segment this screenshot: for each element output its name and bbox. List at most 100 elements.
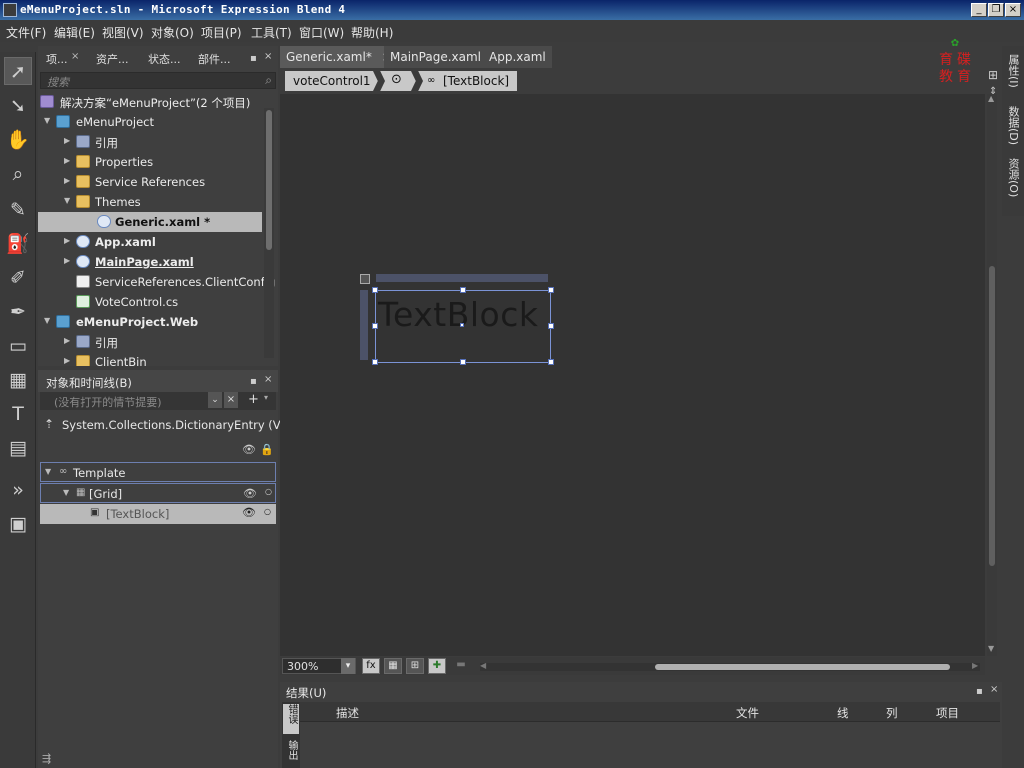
artboard-horizontal-scrollbar[interactable]: ◀ ▶ (480, 661, 980, 671)
grid-column-rail[interactable] (376, 274, 548, 282)
resize-handle[interactable] (548, 359, 554, 365)
resize-handle[interactable] (372, 323, 378, 329)
scroll-down-icon[interactable]: ▼ (988, 644, 994, 653)
tab-projects[interactable]: 项... (46, 51, 68, 67)
pen-tool-icon[interactable]: ✒ (4, 298, 32, 326)
menu-edit[interactable]: 编辑(E) (54, 24, 95, 41)
menu-window[interactable]: 窗口(W) (299, 24, 344, 41)
tree-item-service-references[interactable]: ▶ Service References (38, 172, 262, 192)
brush-transform-tool-icon[interactable]: ✐ (4, 264, 32, 292)
scroll-left-icon[interactable]: ◀ (480, 661, 486, 670)
text-tool-icon[interactable]: T (4, 400, 32, 428)
tab-assets[interactable]: 资产... (96, 51, 129, 67)
collapse-arrow-icon[interactable]: ▼ (44, 316, 50, 325)
close-panel-icon[interactable]: × (990, 684, 998, 695)
storyboard-menu-icon[interactable]: ▾ (264, 393, 268, 402)
menu-file[interactable]: 文件(F) (6, 24, 46, 41)
grid-layout-tool-icon[interactable]: ▦ (4, 366, 32, 394)
breadcrumb-votecontrol[interactable]: voteControl1 (293, 74, 371, 88)
paint-bucket-tool-icon[interactable]: ⛽ (4, 230, 32, 258)
tree-item-votecontrol-cs[interactable]: VoteControl.cs (38, 292, 262, 312)
tab-app-xaml[interactable]: App.xaml (483, 46, 552, 68)
artboard-vertical-scrollbar[interactable]: ▲ ▼ (987, 94, 997, 656)
timeline-row-template[interactable]: ▼ ∞ Template (40, 462, 276, 482)
collapse-arrow-icon[interactable]: ▼ (64, 196, 70, 205)
column-description[interactable]: 描述 (336, 705, 359, 721)
scroll-right-icon[interactable]: ▶ (972, 661, 978, 670)
center-point-handle[interactable] (460, 323, 464, 327)
expand-arrow-icon[interactable]: ▶ (64, 156, 70, 165)
expand-arrow-icon[interactable]: ▶ (64, 256, 70, 265)
resize-handle[interactable] (372, 287, 378, 293)
collapse-arrow-icon[interactable]: ▼ (63, 488, 69, 497)
expand-arrow-icon[interactable]: ▶ (64, 336, 70, 345)
pin-panel-icon[interactable]: ▪ (250, 376, 257, 387)
media-tool-icon[interactable]: ▣ (4, 510, 32, 538)
expand-arrow-icon[interactable]: ▶ (64, 136, 70, 145)
expand-arrow-icon[interactable]: ▶ (64, 356, 70, 365)
resize-handle[interactable] (372, 359, 378, 365)
scope-up-icon[interactable]: ⇡ (44, 417, 54, 431)
tab-generic-xaml[interactable]: Generic.xaml* × (280, 46, 398, 68)
show-grid-icon[interactable]: ▦ (384, 658, 402, 674)
tree-item-emenuproject-web[interactable]: ▼ eMenuProject.Web (38, 312, 262, 332)
direct-selection-tool-icon[interactable]: ➘ (4, 92, 32, 120)
zoom-tool-icon[interactable]: ⌕ (4, 160, 32, 188)
visibility-eye-icon[interactable]: 👁 (243, 487, 257, 500)
scrollbar-thumb[interactable] (266, 110, 272, 250)
scope-row[interactable]: ⇡ System.Collections.DictionaryEntry (Vo… (40, 416, 298, 436)
resize-handle[interactable] (548, 287, 554, 293)
resize-handle[interactable] (460, 287, 466, 293)
pin-panel-icon[interactable]: ▪ (250, 53, 257, 64)
grid-corner-icon[interactable] (360, 274, 370, 284)
column-column[interactable]: 列 (886, 705, 898, 721)
lock-icon[interactable]: 🔒 (260, 443, 274, 456)
resize-handle[interactable] (460, 359, 466, 365)
pan-tool-icon[interactable]: ✋ (4, 126, 32, 154)
breadcrumb-textblock[interactable]: [TextBlock] (443, 74, 509, 88)
tree-item-emenuproject[interactable]: ▼ eMenuProject (38, 112, 262, 132)
maximize-button[interactable]: ❐ (988, 3, 1004, 17)
expand-arrow-icon[interactable]: ▶ (64, 236, 70, 245)
tree-item-themes[interactable]: ▼ Themes (38, 192, 262, 212)
template-scope-icon[interactable]: ⊙ (391, 72, 402, 87)
zoom-dropdown-icon[interactable]: ▾ (341, 658, 355, 674)
lock-dot-icon[interactable]: ○ (265, 487, 272, 496)
tab-properties[interactable]: 属性(I) (1005, 54, 1021, 88)
tree-item-properties[interactable]: ▶ Properties (38, 152, 262, 172)
tab-states[interactable]: 状态... (148, 51, 181, 67)
tree-item-clientconfig[interactable]: ServiceReferences.ClientConfig (38, 272, 275, 292)
selection-tool-icon[interactable]: ➚ (4, 57, 32, 85)
snap-to-snaplines-icon[interactable]: ✚ (428, 658, 446, 674)
snap-to-grid-icon[interactable]: ⊞ (406, 658, 424, 674)
close-panel-icon[interactable]: × (264, 374, 272, 385)
annotations-icon[interactable]: ▬ (452, 658, 470, 674)
tree-item-web-references[interactable]: ▶ 引用 (38, 332, 262, 352)
timeline-toggle-icon[interactable]: ⇶ (42, 752, 51, 765)
zoom-combobox[interactable]: 300% ▾ (282, 658, 356, 674)
expand-artboard-icon[interactable]: ⇕ (989, 86, 997, 97)
expand-arrow-icon[interactable]: ▶ (64, 176, 70, 185)
tab-data[interactable]: 数据(D) (1005, 106, 1021, 145)
resize-handle[interactable] (548, 323, 554, 329)
menu-project[interactable]: 项目(P) (201, 24, 242, 41)
menu-help[interactable]: 帮助(H) (351, 24, 393, 41)
scrollbar-thumb[interactable] (989, 266, 995, 566)
storyboard-dropdown-icon[interactable]: ⌄ (208, 392, 222, 408)
collapse-arrow-icon[interactable]: ▼ (45, 467, 51, 476)
tab-parts[interactable]: 部件... (198, 51, 231, 67)
scrollbar-thumb[interactable] (655, 664, 950, 670)
storyboard-picker[interactable]: (没有打开的情节提要) ⌄ × + ▾ (40, 392, 276, 410)
column-project[interactable]: 项目 (936, 705, 959, 721)
visibility-eye-icon[interactable]: 👁 (242, 443, 256, 456)
tree-item-clientbin[interactable]: ▶ ClientBin (38, 352, 262, 366)
column-line[interactable]: 线 (837, 705, 849, 721)
new-storyboard-icon[interactable]: + (248, 392, 259, 407)
tree-item-mainpage-xaml[interactable]: ▶ MainPage.xaml (38, 252, 262, 272)
tree-item-app-xaml[interactable]: ▶ App.xaml (38, 232, 262, 252)
tree-item-solution[interactable]: 解决方案“eMenuProject”(2 个项目) (38, 92, 262, 112)
tab-errors[interactable]: 错误 (283, 704, 299, 734)
tree-item-references[interactable]: ▶ 引用 (38, 132, 262, 152)
pin-panel-icon[interactable]: ▪ (976, 686, 983, 697)
visibility-eye-icon[interactable]: 👁 (242, 506, 256, 519)
